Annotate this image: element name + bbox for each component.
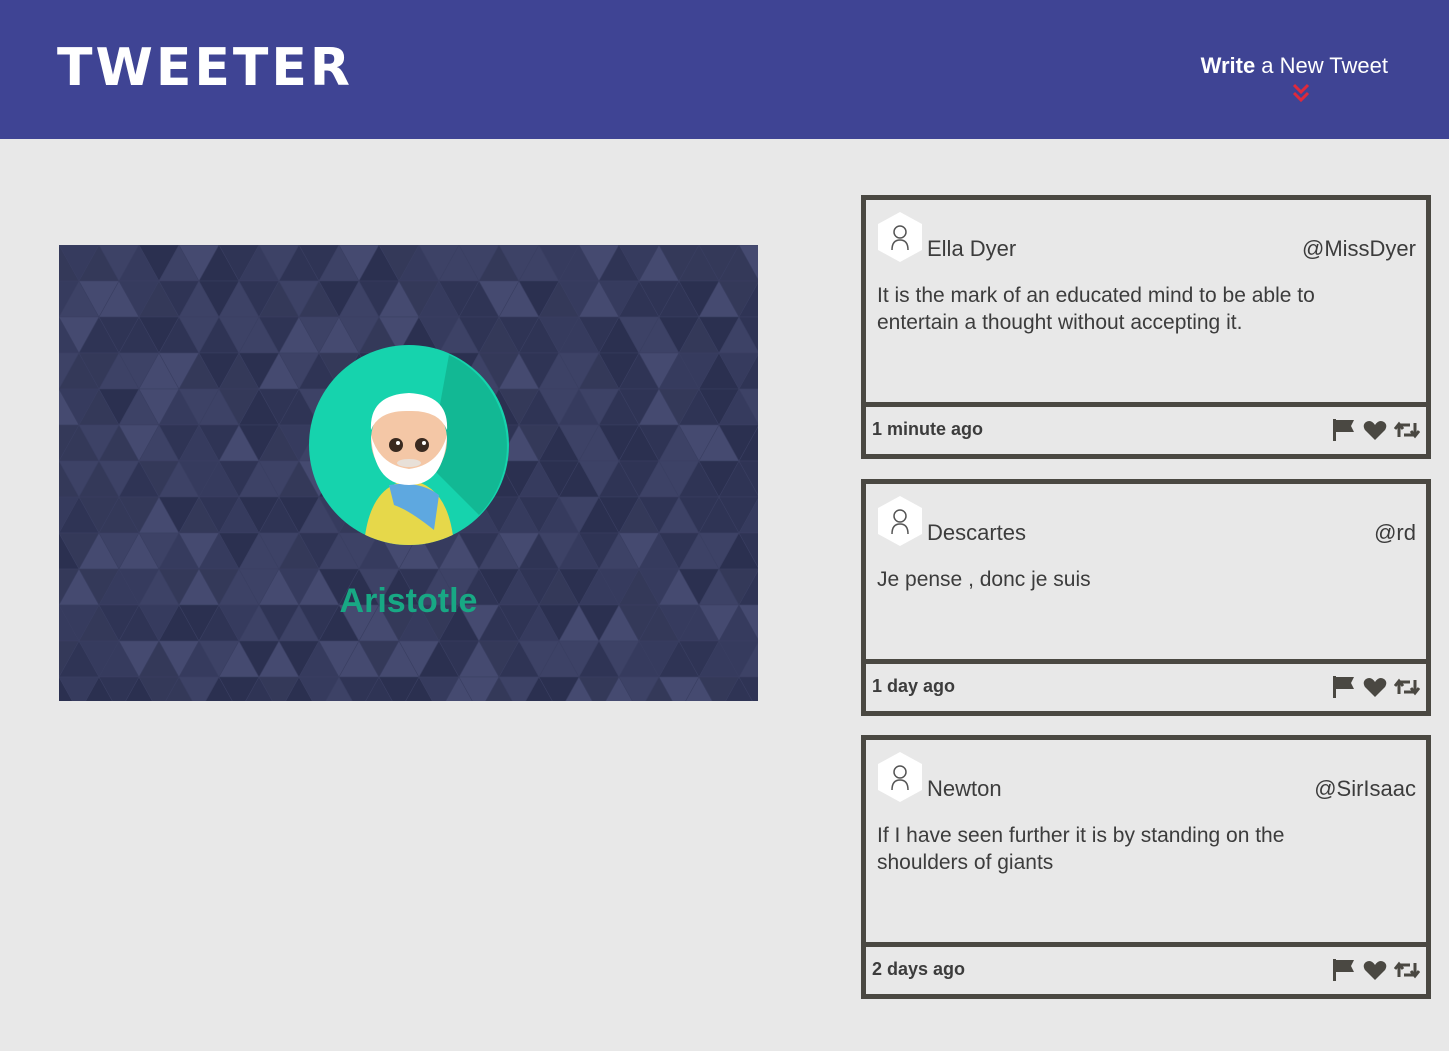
tweet-author-name[interactable]: Ella Dyer	[927, 236, 1016, 262]
tweet-text: If I have seen further it is by standing…	[877, 824, 1285, 874]
tweet-author-handle[interactable]: @rd	[1374, 520, 1416, 546]
tweet-footer: 2 days ago	[866, 942, 1426, 994]
tweet-text: Je pense , donc je suis	[877, 568, 1091, 591]
tweet-timestamp: 1 day ago	[872, 676, 956, 696]
header-bar: TWEETER Write a New Tweet	[0, 0, 1449, 139]
user-avatar-icon	[878, 496, 922, 546]
tweet-author-name[interactable]: Descartes	[927, 520, 1026, 546]
aristotle-avatar-icon	[309, 345, 509, 545]
tweet-card: Newton @SirIsaac If I have seen further …	[861, 735, 1431, 999]
tweet-timestamp: 1 minute ago	[872, 419, 984, 439]
retweet-icon[interactable]	[1393, 957, 1421, 983]
compose-label: a New Tweet	[1261, 53, 1388, 78]
tweet-card: Descartes @rd Je pense , donc je suis 1 …	[861, 479, 1431, 716]
profile-name: Aristotle	[339, 582, 478, 620]
app-logo[interactable]: TWEETER	[57, 38, 353, 98]
retweet-icon[interactable]	[1393, 417, 1421, 443]
tweet-footer: 1 day ago	[866, 659, 1426, 711]
tweet-author-handle[interactable]: @MissDyer	[1302, 236, 1416, 262]
flag-icon[interactable]	[1330, 674, 1356, 700]
tweet-author-handle[interactable]: @SirIsaac	[1314, 776, 1416, 802]
tweet-card: Ella Dyer @MissDyer It is the mark of an…	[861, 195, 1431, 459]
tweet-timestamp: 2 days ago	[872, 959, 966, 979]
write-new-tweet-button[interactable]: Write a New Tweet	[1200, 52, 1388, 103]
chevron-double-down-icon	[1292, 83, 1309, 103]
retweet-icon[interactable]	[1393, 674, 1421, 700]
flag-icon[interactable]	[1330, 417, 1356, 443]
flag-icon[interactable]	[1330, 957, 1356, 983]
heart-icon[interactable]	[1362, 417, 1388, 443]
user-avatar-icon	[878, 752, 922, 802]
user-avatar-icon	[878, 212, 922, 262]
profile-card: Aristotle	[59, 245, 758, 701]
heart-icon[interactable]	[1362, 957, 1388, 983]
tweet-text: It is the mark of an educated mind to be…	[877, 284, 1315, 334]
tweet-author-name[interactable]: Newton	[927, 776, 1002, 802]
heart-icon[interactable]	[1362, 674, 1388, 700]
tweet-footer: 1 minute ago	[866, 402, 1426, 454]
compose-bold-label: Write	[1200, 53, 1256, 78]
